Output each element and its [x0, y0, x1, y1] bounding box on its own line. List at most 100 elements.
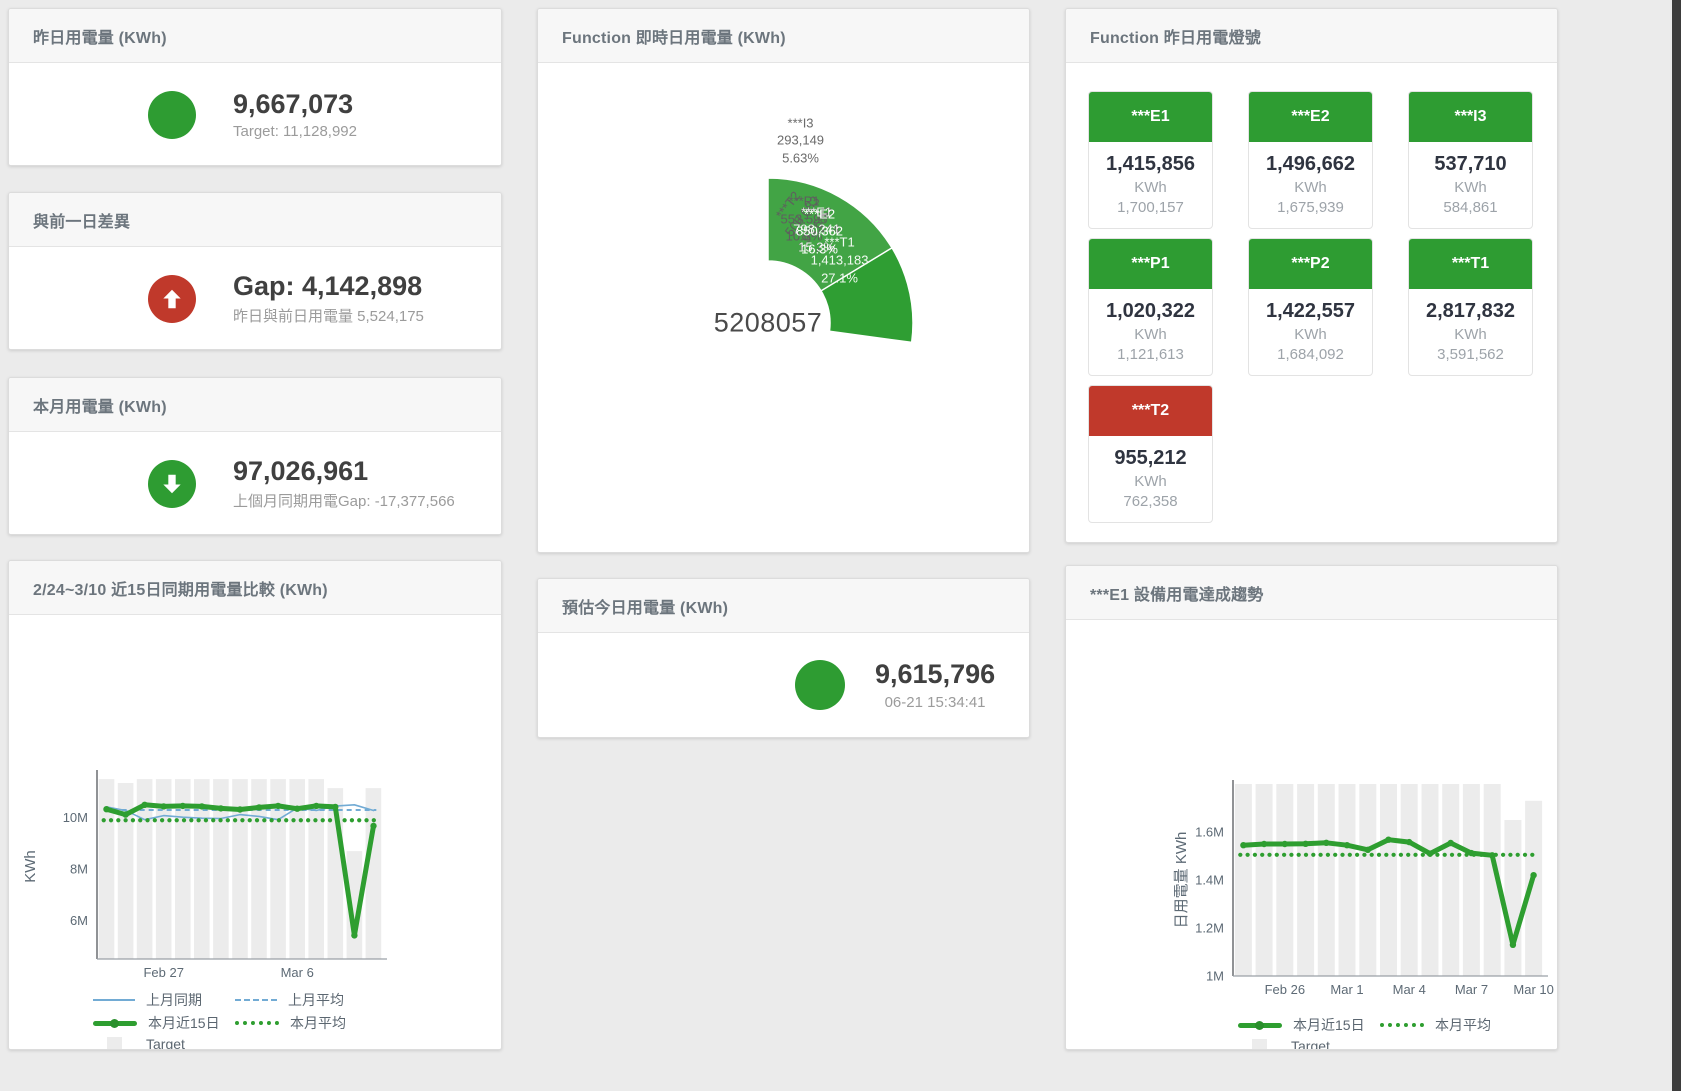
tile-status-header: ***T1: [1409, 239, 1532, 289]
panel-title: 與前一日差異: [33, 208, 130, 232]
scrollbar[interactable]: [1672, 0, 1681, 1091]
light-tile: ***E1 1,415,856 KWh 1,700,157: [1088, 91, 1213, 229]
panel-body: 9,615,796 06-21 15:34:41: [538, 633, 1029, 737]
svg-text:KWh: KWh: [22, 850, 39, 883]
panel-header: Function 即時日用電量 (KWh): [538, 9, 1029, 63]
svg-text:1.6M: 1.6M: [1195, 825, 1224, 840]
blue-line-swatch-icon: [93, 999, 135, 1001]
green-line-swatch-icon: [1238, 1023, 1282, 1028]
tile-status-header: ***P1: [1089, 239, 1212, 289]
legend-item-this-month-avg[interactable]: 本月平均: [235, 1013, 377, 1033]
tile-unit: KWh: [1249, 179, 1372, 196]
tile-body: 2,817,832 KWh 3,591,562: [1409, 289, 1532, 375]
estimate-today-value: 9,615,796: [875, 659, 995, 690]
svg-text:Mar 10: Mar 10: [1513, 982, 1553, 997]
tile-value: 2,817,832: [1409, 300, 1532, 323]
green-status-circle-icon: [795, 660, 845, 710]
svg-text:1.2M: 1.2M: [1195, 921, 1224, 936]
tile-target: 584,861: [1409, 199, 1532, 216]
tile-body: 955,212KWh762,358: [1089, 436, 1212, 522]
tile-value: 1,496,662: [1249, 153, 1372, 176]
tile-unit: KWh: [1409, 326, 1532, 343]
tile-unit: KWh: [1089, 326, 1212, 343]
panel-header: Function 昨日用電燈號: [1066, 9, 1557, 63]
tile-target: 1,675,939: [1249, 199, 1372, 216]
green-status-circle-icon: [148, 91, 196, 139]
legend-item-this-month[interactable]: 本月近15日: [93, 1013, 235, 1033]
legend-item-this-month-avg[interactable]: 本月平均: [1380, 1015, 1522, 1035]
panel-header: 2/24~3/10 近15日同期用電量比較 (KWh): [9, 561, 501, 615]
tile-body: 537,710KWh584,861: [1409, 142, 1532, 228]
panel-title: Function 昨日用電燈號: [1090, 24, 1261, 48]
target-bar-swatch-icon: [107, 1037, 122, 1051]
svg-text:Feb 27: Feb 27: [143, 965, 183, 980]
panel-header: ***E1 設備用電達成趨勢: [1066, 566, 1557, 620]
svg-text:Mar 7: Mar 7: [1455, 982, 1488, 997]
tile-unit: KWh: [1089, 473, 1212, 490]
lights-grid: ***E1 1,415,856 KWh 1,700,157 ***E2 1,496,662…: [1066, 63, 1557, 523]
compare-chart-legend: 上月同期 上月平均 本月近15日 本月平均: [93, 990, 377, 1050]
panel-header: 預估今日用電量 (KWh): [538, 579, 1029, 633]
tile-value: 1,415,856: [1089, 153, 1212, 176]
svg-text:10M: 10M: [63, 810, 88, 825]
legend-item-this-month[interactable]: 本月近15日: [1238, 1015, 1380, 1035]
tile-value: 955,212: [1089, 447, 1212, 470]
panel-title: 預估今日用電量 (KWh): [562, 594, 728, 618]
green-line-swatch-icon: [93, 1021, 137, 1026]
tile-body: 1,422,557 KWh 1,684,092: [1249, 289, 1372, 375]
donut-slice-label: ***I3293,1495.63%: [777, 115, 824, 168]
gap-sub: 昨日與前日用電量 5,524,175: [233, 305, 424, 326]
panel-yesterday-usage: 昨日用電量 (KWh) 9,667,073 Target: 11,128,992: [8, 8, 502, 166]
svg-text:6M: 6M: [70, 913, 88, 928]
panel-estimate-today: 預估今日用電量 (KWh) 9,615,796 06-21 15:34:41: [537, 578, 1030, 738]
tile-status-header: ***T2: [1089, 386, 1212, 436]
target-bar-swatch-icon: [1252, 1039, 1267, 1051]
tile-target: 1,700,157: [1089, 199, 1212, 216]
svg-text:日用電量 KWh: 日用電量 KWh: [1173, 832, 1190, 929]
legend-item-target[interactable]: Target: [1238, 1038, 1380, 1050]
month-usage-value: 97,026,961: [233, 456, 455, 487]
donut-center-total: 5208057: [714, 308, 823, 339]
svg-text:Mar 1: Mar 1: [1330, 982, 1363, 997]
legend-item-prev-month-avg[interactable]: 上月平均: [235, 990, 377, 1010]
svg-text:Mar 6: Mar 6: [281, 965, 314, 980]
panel-yesterday-lights: Function 昨日用電燈號 ***E1 1,415,856 KWh 1,700,1…: [1065, 8, 1558, 543]
tile-unit: KWh: [1249, 326, 1372, 343]
e1-trend-chart-plot: 1M1.2M1.4M1.6MFeb 26Mar 1Mar 4Mar 7Mar 1…: [1066, 620, 1557, 1049]
tile-status-header: ***E1: [1089, 92, 1212, 142]
arrow-down-icon: [148, 460, 196, 508]
tile-value: 537,710: [1409, 153, 1532, 176]
tile-target: 1,121,613: [1089, 346, 1212, 363]
month-usage-gap: 上個月同期用電Gap: -17,377,566: [233, 490, 455, 511]
legend-item-prev-month[interactable]: 上月同期: [93, 990, 235, 1010]
svg-text:1M: 1M: [1206, 969, 1224, 984]
tile-status-header: ***E2: [1249, 92, 1372, 142]
legend-item-target[interactable]: Target: [93, 1036, 235, 1050]
panel-title: 本月用電量 (KWh): [33, 393, 167, 417]
tile-value: 1,422,557: [1249, 300, 1372, 323]
panel-month-usage: 本月用電量 (KWh) 97,026,961 上個月同期用電Gap: -17,3…: [8, 377, 502, 535]
panel-body: 9,667,073 Target: 11,128,992: [9, 63, 501, 166]
svg-text:8M: 8M: [70, 862, 88, 877]
tile-body: 1,020,322 KWh 1,121,613: [1089, 289, 1212, 375]
light-tile: ***E2 1,496,662 KWh 1,675,939: [1248, 91, 1373, 229]
tile-body: 1,415,856 KWh 1,700,157: [1089, 142, 1212, 228]
tile-status-header: ***I3: [1409, 92, 1532, 142]
tile-unit: KWh: [1089, 179, 1212, 196]
panel-header: 昨日用電量 (KWh): [9, 9, 501, 63]
yesterday-usage-target: Target: 11,128,992: [233, 123, 357, 140]
panel-15day-compare: 2/24~3/10 近15日同期用電量比較 (KWh) 6M 8M 10M Feb 2…: [8, 560, 502, 1050]
tile-target: 1,684,092: [1249, 346, 1372, 363]
tile-target: 3,591,562: [1409, 346, 1532, 363]
blue-dashed-swatch-icon: [235, 999, 277, 1001]
panel-title: 昨日用電量 (KWh): [33, 24, 167, 48]
e1-trend-legend: 本月近15日 本月平均 Target: [1238, 1015, 1522, 1050]
arrow-up-icon: [148, 275, 196, 323]
light-tile: ***P1 1,020,322 KWh 1,121,613: [1088, 238, 1213, 376]
panel-title: 2/24~3/10 近15日同期用電量比較 (KWh): [33, 576, 328, 600]
light-tile: ***T1 2,817,832 KWh 3,591,562: [1408, 238, 1533, 376]
light-tile: ***T2955,212KWh762,358: [1088, 385, 1213, 523]
tile-value: 1,020,322: [1089, 300, 1212, 323]
svg-text:1.4M: 1.4M: [1195, 873, 1224, 888]
tile-status-header: ***P2: [1249, 239, 1372, 289]
